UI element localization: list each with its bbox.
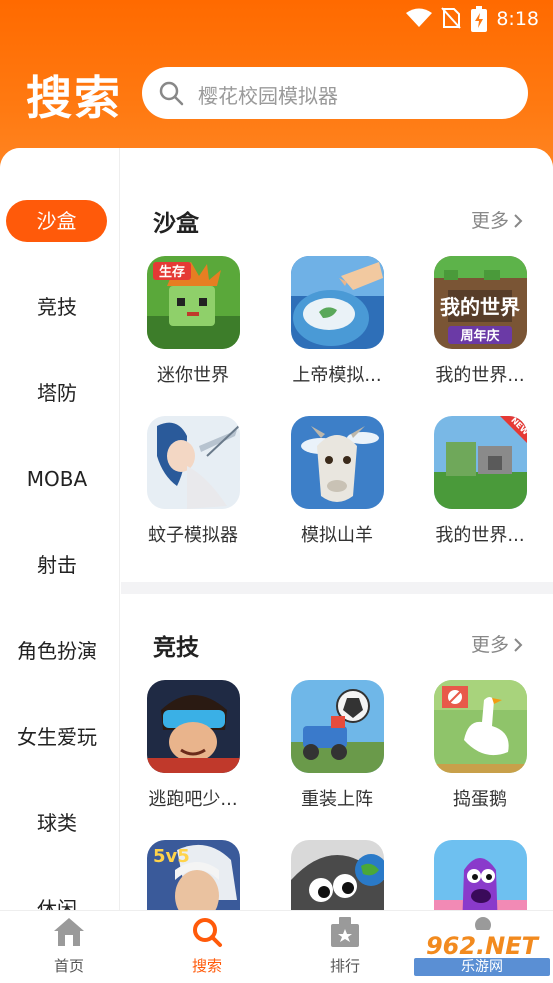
minecraft-banner-text: 我的世界 — [440, 295, 520, 319]
app-item[interactable]: 5v5 — [133, 840, 253, 910]
status-bar: 8:18 — [0, 0, 553, 38]
nav-label: 排行 — [329, 957, 360, 975]
5v5-hero-icon: 5v5 — [146, 840, 240, 910]
category-casual[interactable]: 休闲 — [0, 889, 114, 910]
app-name: 我的世界... — [435, 525, 525, 546]
app-item[interactable]: NEW 我的世界... — [420, 416, 540, 547]
nav-home[interactable]: 首页 — [24, 915, 114, 976]
search-icon — [193, 918, 222, 947]
wifi-icon — [406, 8, 432, 27]
category-sidebar[interactable]: 沙盒 竞技 塔防 MOBA 射击 角色扮演 女生爱玩 球类 休闲 — [0, 148, 120, 910]
home-icon — [54, 918, 84, 946]
watermark-sub: 乐游网 — [414, 958, 550, 976]
minecraft-anniversary-icon: 我的世界 周年庆 — [433, 256, 527, 349]
5v5-badge: 5v5 — [153, 846, 190, 867]
app-item[interactable]: 生存 迷你世界 — [133, 256, 253, 387]
app-name: 迷你世界 — [157, 365, 229, 386]
category-tower-defense[interactable]: 塔防 — [0, 373, 114, 413]
app-name: 蚊子模拟器 — [148, 525, 238, 546]
nav-ranking[interactable]: 排行 — [300, 915, 390, 976]
search-placeholder: 樱花校园模拟器 — [198, 84, 338, 108]
nav-search[interactable]: 搜索 — [162, 915, 252, 976]
search-input[interactable]: 樱花校园模拟器 — [142, 67, 528, 119]
purple-monster-icon — [433, 840, 527, 910]
eyeball-game-icon — [290, 840, 384, 910]
app-item[interactable]: 逃跑吧少... — [133, 680, 253, 811]
category-moba[interactable]: MOBA — [0, 459, 114, 499]
section-title: 竞技 — [153, 635, 199, 661]
ranking-icon — [331, 917, 359, 947]
more-label: 更多 — [470, 210, 509, 232]
more-link[interactable]: 更多 — [471, 206, 523, 233]
heavy-armor-icon — [290, 680, 384, 773]
app-item[interactable] — [277, 840, 397, 910]
app-name: 逃跑吧少... — [148, 789, 238, 810]
more-label: 更多 — [470, 634, 509, 656]
app-name: 我的世界... — [435, 365, 525, 386]
watermark-logo: 962.NET 乐游网 — [414, 930, 550, 978]
nav-label: 首页 — [53, 957, 84, 975]
minecraft-new-icon: NEW — [433, 416, 527, 509]
category-sandbox[interactable]: 沙盒 — [6, 200, 107, 242]
category-rpg[interactable]: 角色扮演 — [0, 631, 114, 671]
more-link[interactable]: 更多 — [471, 630, 523, 657]
app-item[interactable]: 上帝模拟... — [277, 256, 397, 387]
anniversary-badge: 周年庆 — [460, 328, 499, 344]
god-simulator-icon — [290, 256, 384, 349]
app-name: 重装上阵 — [301, 789, 373, 810]
app-item[interactable]: 重装上阵 — [277, 680, 397, 811]
category-girls[interactable]: 女生爱玩 — [0, 717, 114, 757]
app-name: 上帝模拟... — [292, 365, 382, 386]
mini-world-logo-text: 生存 — [158, 264, 184, 280]
category-competitive[interactable]: 竞技 — [0, 287, 114, 327]
app-name: 捣蛋鹅 — [453, 789, 507, 810]
category-ball[interactable]: 球类 — [0, 803, 114, 843]
search-icon — [159, 81, 184, 106]
app-item[interactable] — [420, 840, 540, 910]
battery-charging-icon — [471, 6, 487, 32]
no-sim-icon — [441, 7, 461, 29]
app-item[interactable]: 蚊子模拟器 — [133, 416, 253, 547]
escape-boy-icon — [146, 680, 240, 773]
section-title: 沙盒 — [153, 211, 199, 237]
chevron-right-icon — [514, 638, 523, 652]
nav-label: 搜索 — [191, 957, 222, 975]
category-shooting[interactable]: 射击 — [0, 545, 114, 585]
section-divider — [121, 582, 553, 594]
chevron-right-icon — [514, 214, 523, 228]
page-title: 搜索 — [26, 71, 122, 125]
app-name: 模拟山羊 — [301, 525, 373, 546]
content-panel: 沙盒 竞技 塔防 MOBA 射击 角色扮演 女生爱玩 球类 休闲 沙盒 更多 生… — [0, 148, 553, 910]
goat-simulator-icon — [290, 416, 384, 509]
app-item[interactable]: 模拟山羊 — [277, 416, 397, 547]
mosquito-simulator-icon — [146, 416, 240, 509]
mini-world-icon: 生存 — [146, 256, 240, 349]
status-time: 8:18 — [496, 8, 539, 30]
watermark-number: 962.NET — [425, 932, 539, 960]
untitled-goose-icon — [433, 680, 527, 773]
app-item[interactable]: 捣蛋鹅 — [420, 680, 540, 811]
main-list[interactable]: 沙盒 更多 生存 迷你世界 上帝模拟... 我的世界 周年庆 我的世界... 蚊… — [121, 148, 553, 910]
app-item[interactable]: 我的世界 周年庆 我的世界... — [420, 256, 540, 387]
